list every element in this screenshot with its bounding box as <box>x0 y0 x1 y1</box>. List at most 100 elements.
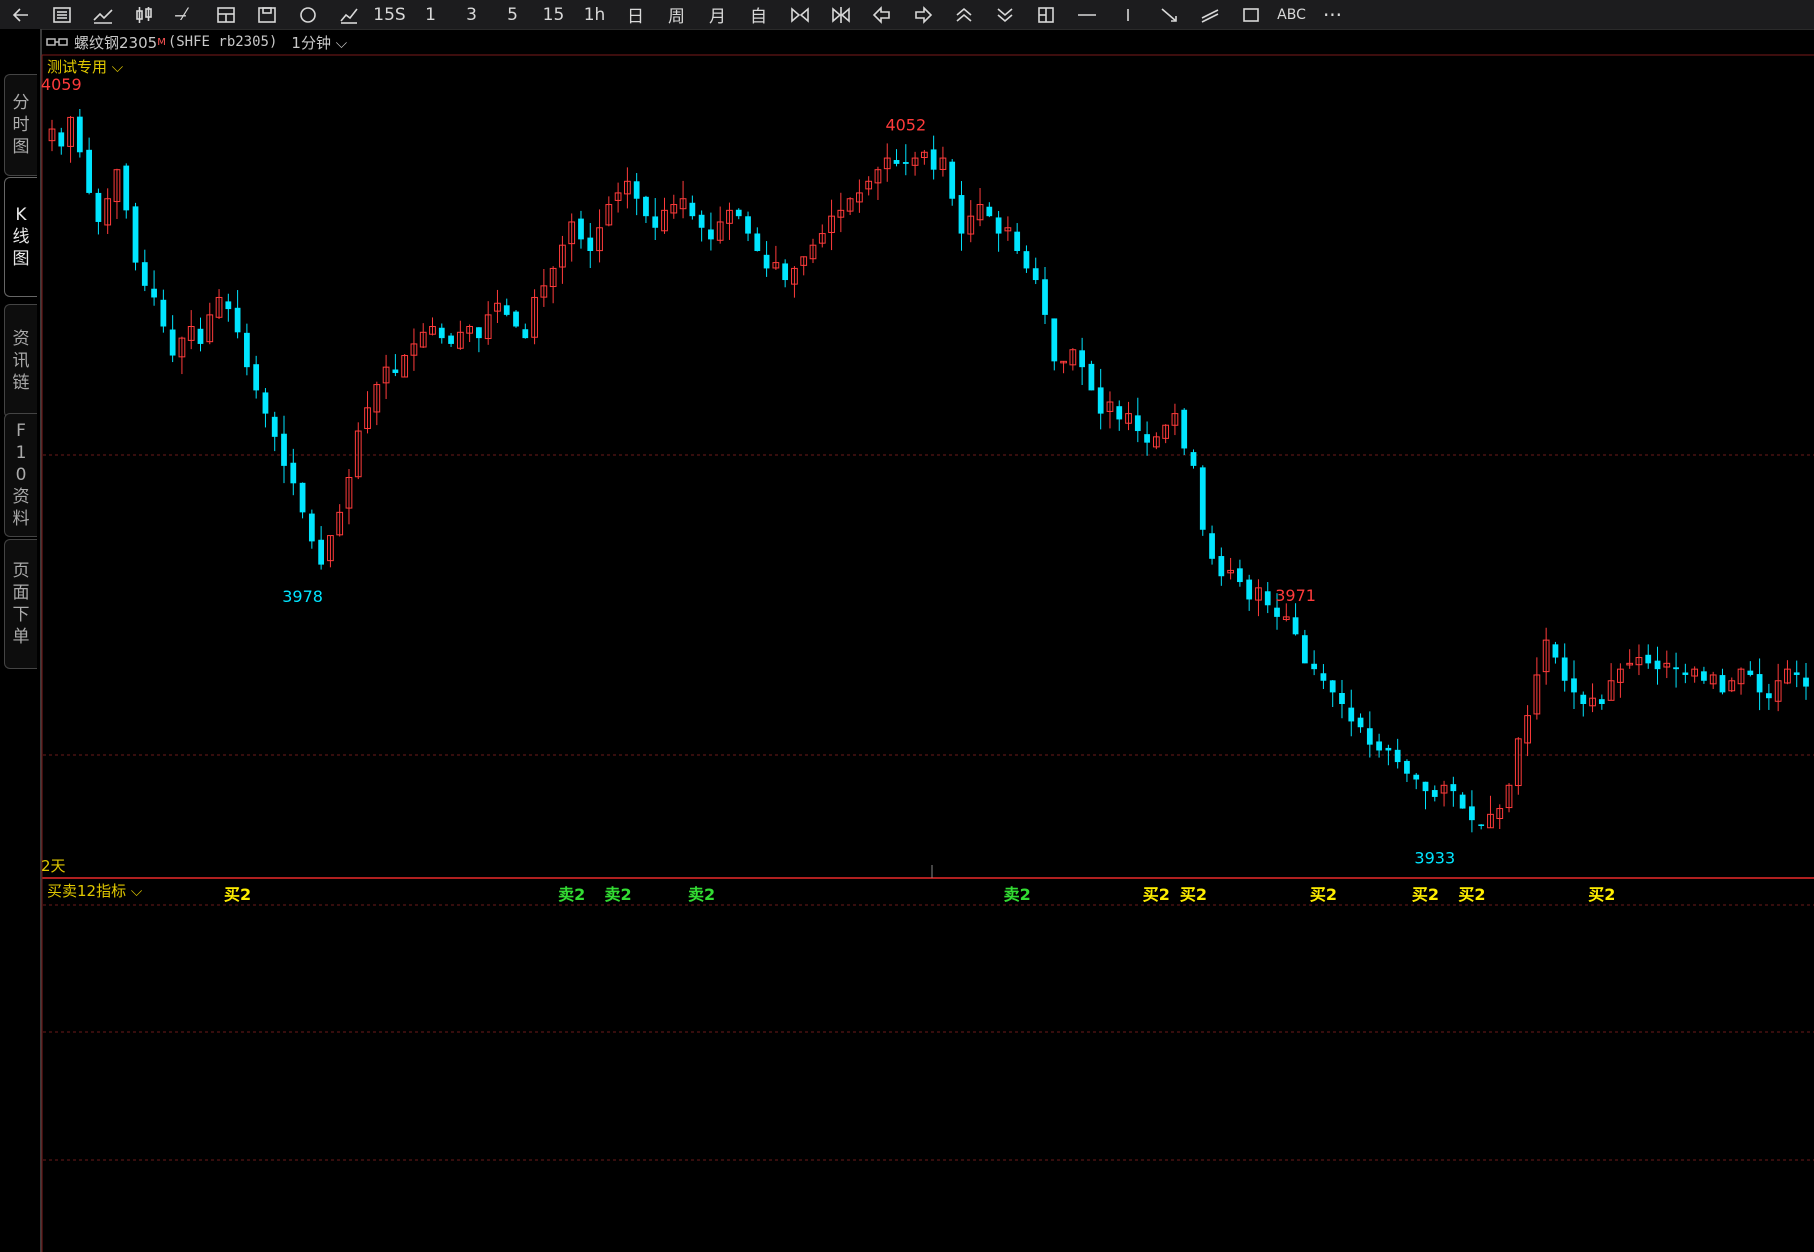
sub-indicator-label: 买卖12指标 <box>47 882 127 900</box>
candle-body <box>1357 717 1364 728</box>
candle-body <box>949 161 956 199</box>
candle-body <box>708 229 714 240</box>
candle-body <box>1301 635 1308 664</box>
candle-body <box>86 149 92 193</box>
candle-body <box>689 202 696 217</box>
candle-body <box>225 301 232 310</box>
candle-body <box>1478 824 1485 826</box>
candle-body <box>1134 415 1141 432</box>
candle-body <box>1422 781 1429 792</box>
candle-body <box>1339 693 1345 704</box>
candle-body <box>299 482 306 513</box>
sell-signal: 卖2 <box>1004 885 1031 904</box>
candle-body <box>160 299 167 327</box>
candle-body <box>1803 677 1809 687</box>
chevron-down-icon: ⌵ <box>107 58 124 76</box>
candle-body <box>958 195 965 234</box>
candle-body <box>1014 231 1021 251</box>
candle-body <box>1218 556 1225 577</box>
candle-body <box>262 392 269 414</box>
main-indicator-label: 测试专用 <box>47 58 108 76</box>
sell-signal: 卖2 <box>558 885 585 904</box>
candle-body <box>1598 699 1605 704</box>
candle-body <box>503 305 510 315</box>
kline-chart[interactable]: 4059 4052 3978 3933 3971 买2 卖2 卖2 卖2 卖2 买2 买2 买2 买2 买2… <box>0 0 1814 1252</box>
sub-indicator-dropdown[interactable]: 买卖12指标 ⌵ <box>47 880 142 901</box>
candle-body <box>698 214 705 228</box>
candle-body <box>169 329 176 356</box>
candle-body <box>1199 467 1206 530</box>
candle-body <box>745 216 751 234</box>
candle-body <box>1032 268 1039 281</box>
candle-body <box>392 369 399 373</box>
price-marker-high3: 3971 <box>1275 586 1316 605</box>
candle-body <box>1144 434 1150 443</box>
candle-body <box>1320 673 1327 681</box>
candle-body <box>1756 674 1763 693</box>
buy-signal: 买2 <box>1143 885 1170 904</box>
price-marker-low2: 3933 <box>1414 849 1455 868</box>
candle-body <box>308 513 315 542</box>
candle-body <box>1209 533 1215 559</box>
price-marker-high1: 4059 <box>41 75 82 94</box>
candle-body <box>1459 794 1466 809</box>
candle-body <box>141 262 148 286</box>
candle-body <box>1376 741 1382 751</box>
main-indicator-dropdown[interactable]: 测试专用 ⌵ <box>47 56 123 77</box>
candle-body <box>1116 406 1123 420</box>
candle-body <box>1181 409 1188 449</box>
candle-body <box>281 433 287 466</box>
candle-body <box>151 288 157 298</box>
candle-body <box>643 196 649 217</box>
buy-signal: 买2 <box>224 885 251 904</box>
candle-body <box>1023 251 1030 269</box>
candle-body <box>995 217 1002 234</box>
candle-body <box>1404 760 1410 774</box>
candle-body <box>1088 363 1095 391</box>
candle-body <box>1766 693 1772 699</box>
candle-body <box>1366 728 1373 745</box>
candle-body <box>253 364 260 391</box>
candle-body <box>1450 784 1457 792</box>
time-range-label: 2天 <box>41 857 66 875</box>
buy-signal: 买2 <box>1458 885 1485 904</box>
candle-body <box>735 209 742 217</box>
candle-body <box>1645 654 1652 664</box>
candle-body <box>1552 644 1559 658</box>
candle-body <box>1701 671 1707 681</box>
candle-body <box>95 192 102 222</box>
candle-body <box>1292 617 1299 635</box>
candle-body <box>1431 790 1438 797</box>
buy-signal: 买2 <box>1412 885 1439 904</box>
candle-body <box>76 116 83 153</box>
candle-body <box>902 162 909 164</box>
candle-body <box>1348 707 1355 722</box>
candle-body <box>1274 607 1280 617</box>
candle-body <box>1580 694 1587 704</box>
sell-signal: 卖2 <box>688 885 715 904</box>
candle-body <box>1329 680 1336 693</box>
buy-signal: 买2 <box>1310 885 1337 904</box>
candle-body <box>197 328 204 344</box>
candle-body <box>1311 663 1318 670</box>
candle-body <box>1394 749 1401 763</box>
candle-body <box>893 160 900 164</box>
candle-body <box>1673 667 1679 670</box>
candle-body <box>1385 747 1392 751</box>
candle-body <box>782 263 789 281</box>
candle-body <box>763 254 770 269</box>
candle-body <box>1561 657 1568 681</box>
candle-body <box>513 311 519 327</box>
candle-body <box>1571 678 1577 693</box>
candle-body <box>1042 279 1048 315</box>
sell-signal: 卖2 <box>605 885 632 904</box>
candle-body <box>1097 387 1104 414</box>
candle-body <box>1747 670 1754 675</box>
candle-body <box>271 416 278 437</box>
candle-body <box>633 181 640 199</box>
price-marker-high2: 4052 <box>885 115 926 134</box>
candle-body <box>1719 675 1726 693</box>
candle-body <box>1246 579 1253 600</box>
candle-body <box>522 329 529 339</box>
candle-body <box>1264 591 1271 606</box>
